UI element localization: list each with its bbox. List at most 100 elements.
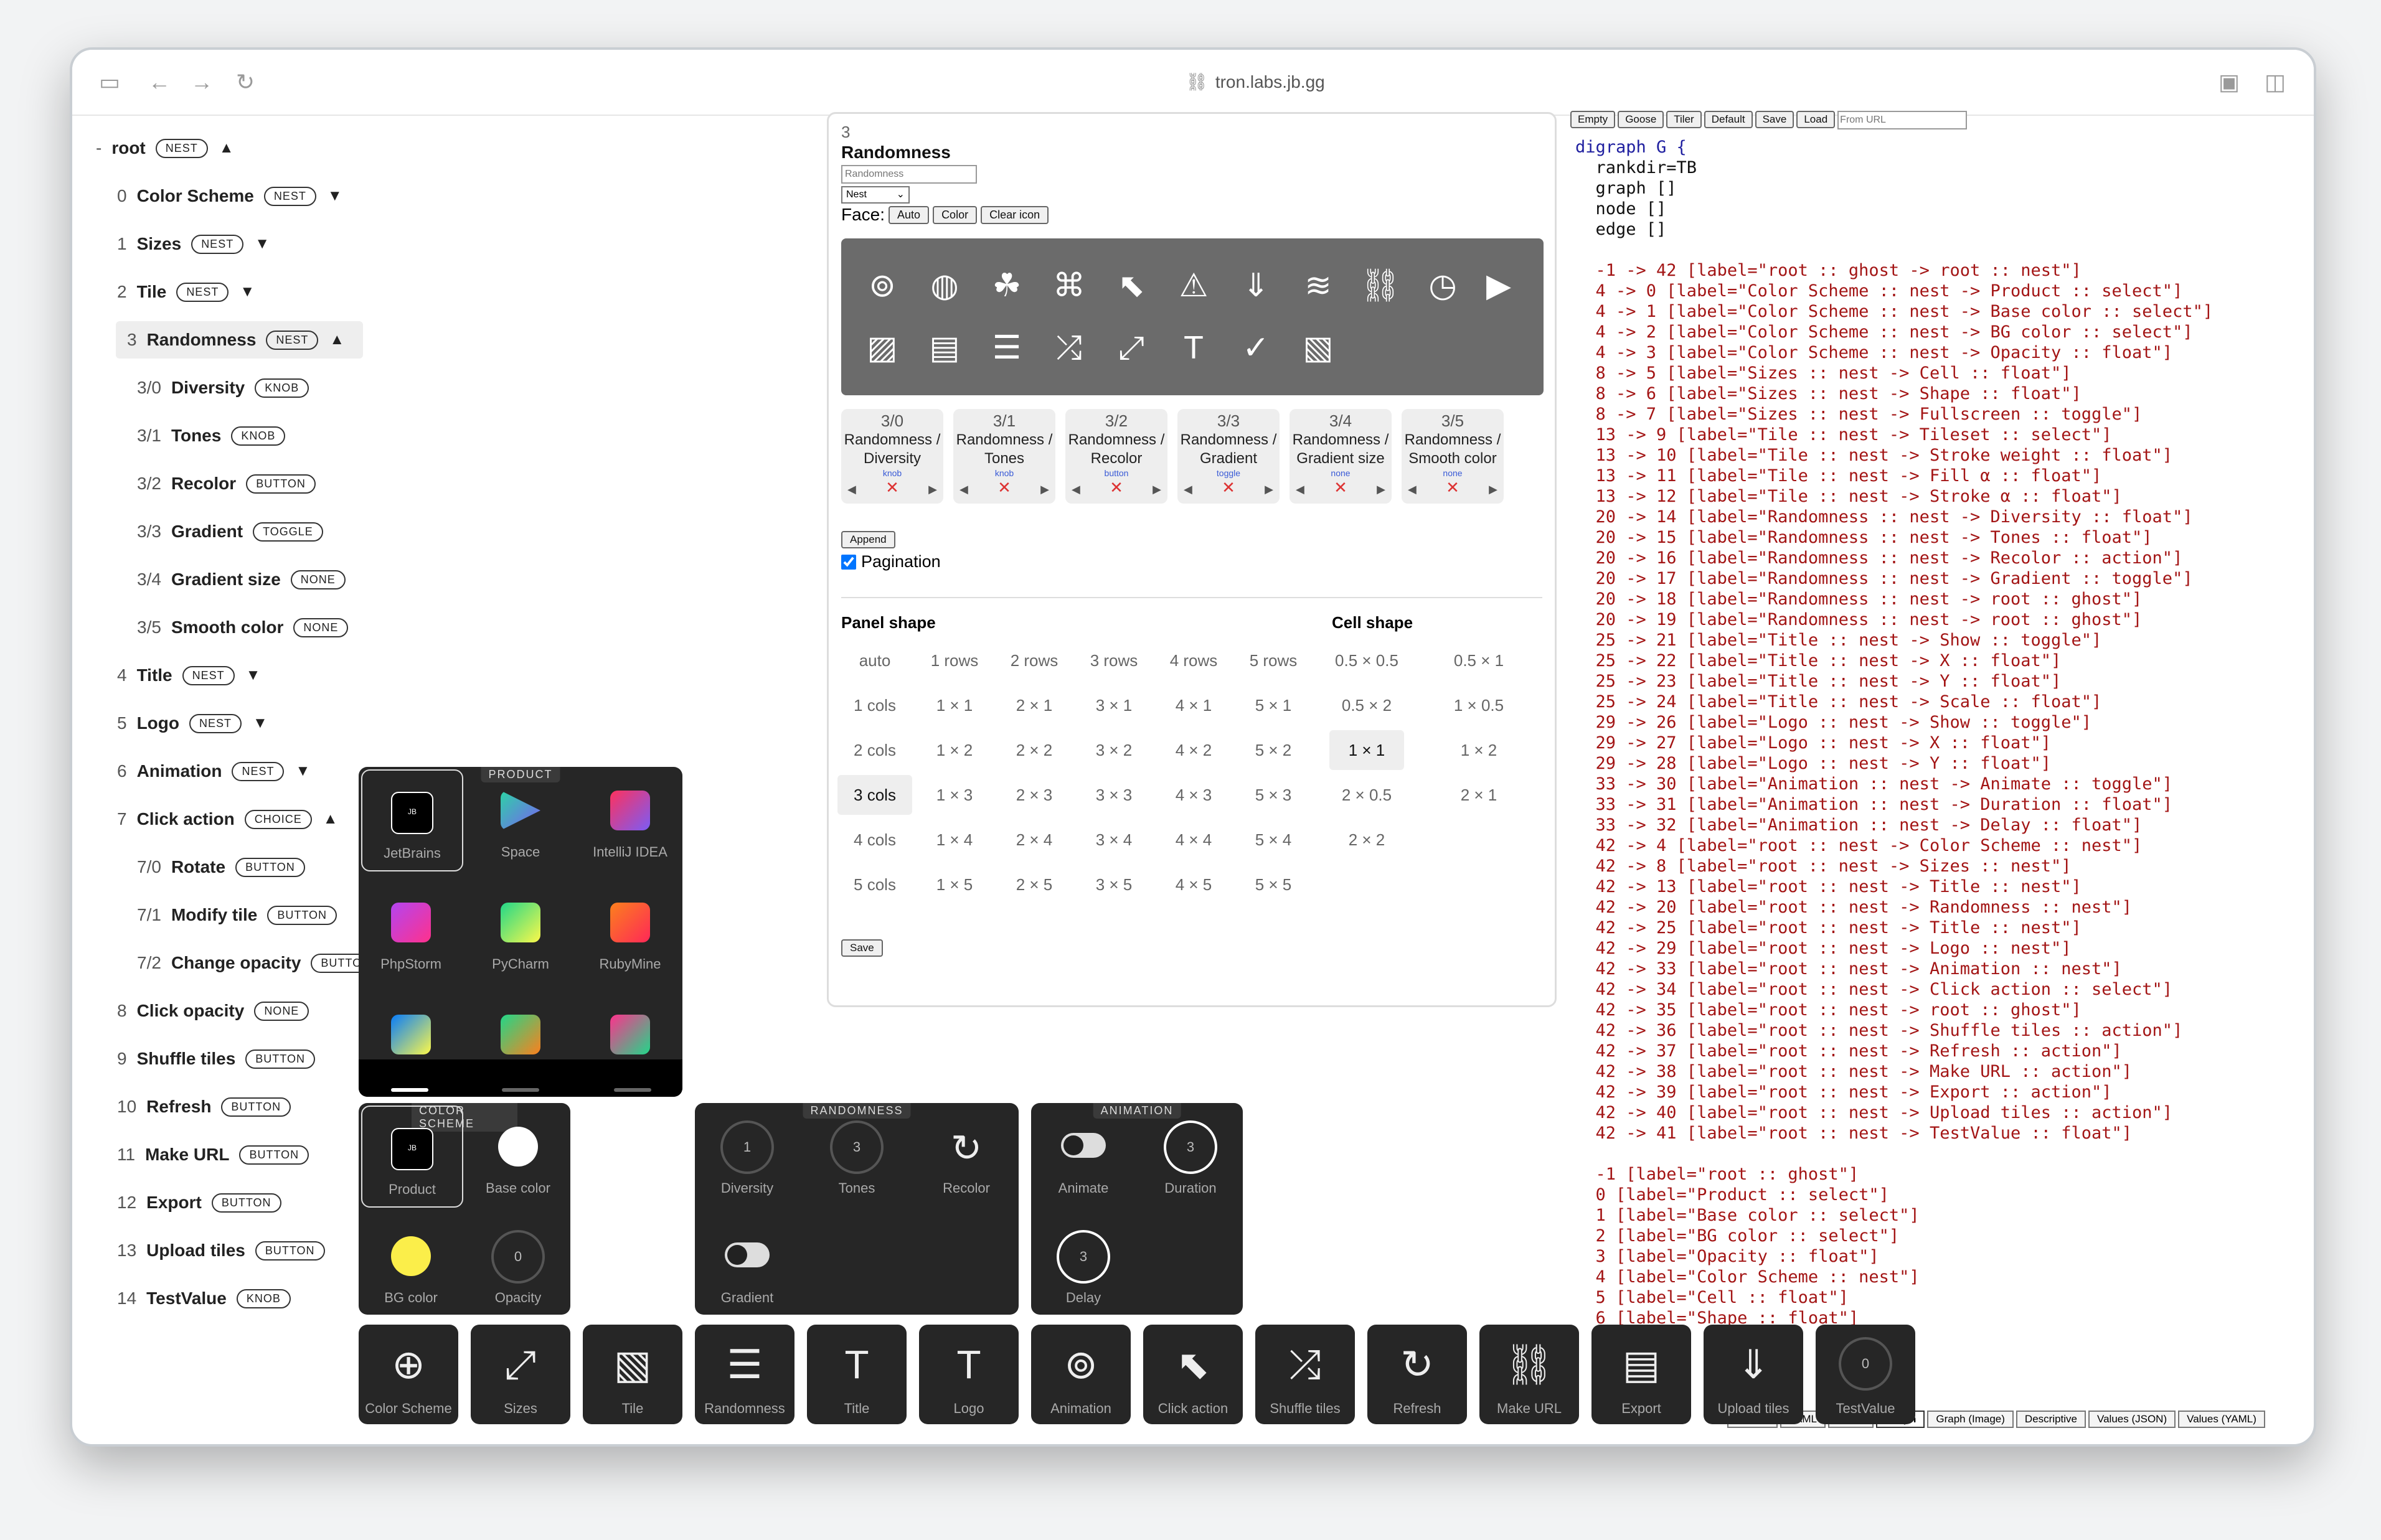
back-icon[interactable]: ← — [146, 68, 173, 96]
cell-shape-option[interactable]: 1 × 0.5 — [1441, 685, 1516, 725]
panel-shape-option[interactable]: 4 × 2 — [1156, 730, 1231, 770]
child-card[interactable]: 3/3 Randomness / Gradient toggle ◀ ✕ ▶ — [1177, 409, 1280, 504]
extension-icon[interactable]: ▣ — [2215, 68, 2243, 96]
panel-shape-option[interactable]: 3 × 4 — [1077, 820, 1151, 860]
panel-shape-header[interactable]: 4 rows — [1156, 641, 1231, 680]
panel-shape-option[interactable]: 3 × 1 — [1077, 685, 1151, 725]
child-card[interactable]: 3/5 Randomness / Smooth color none ◀ ✕ ▶ — [1402, 409, 1504, 504]
product-tile[interactable] — [361, 993, 461, 1068]
product-pycharm[interactable]: PyCharm — [471, 881, 570, 981]
output-tab[interactable]: Descriptive — [2016, 1411, 2086, 1428]
page-indicator[interactable] — [614, 1088, 651, 1092]
dock-button[interactable]: ▧ Tile — [583, 1325, 682, 1424]
tree-item[interactable]: 14 TestValue KNOB — [117, 1280, 302, 1317]
panel-shape-header[interactable]: 2 rows — [997, 641, 1072, 680]
panel-shape-option[interactable]: 2 × 4 — [997, 820, 1072, 860]
dock-button[interactable]: T Title — [807, 1325, 907, 1424]
tones-knob[interactable]: 3 Tones — [807, 1106, 907, 1205]
dock-button[interactable]: ⛓ Make URL — [1479, 1325, 1579, 1424]
output-tab[interactable]: Values (YAML) — [2178, 1411, 2265, 1428]
dock-button[interactable]: ☰ Randomness — [695, 1325, 794, 1424]
knob-dial[interactable]: 0 — [491, 1230, 545, 1284]
preset-default-button[interactable]: Default — [1704, 111, 1753, 129]
sliders-icon[interactable]: ☰ — [984, 326, 1029, 370]
cell-shape-option[interactable]: 2 × 0.5 — [1329, 775, 1404, 815]
product-tile[interactable] — [471, 993, 570, 1068]
tree-item[interactable]: 12 Export BUTTON — [117, 1184, 293, 1221]
knob-dial[interactable]: 3 — [830, 1120, 884, 1174]
product-phpstorm[interactable]: PhpStorm — [361, 881, 461, 981]
link-chain-icon[interactable]: ⛓ — [1358, 263, 1403, 308]
preset-empty-button[interactable]: Empty — [1570, 111, 1616, 129]
tree-item[interactable]: 3/2 Recolor BUTTON — [137, 465, 327, 502]
cell-shape-option[interactable]: 2 × 2 — [1329, 820, 1404, 860]
panel-shape-option[interactable]: 4 × 1 — [1156, 685, 1231, 725]
check-icon[interactable]: ✓ — [1233, 326, 1278, 370]
expand-toggle-icon[interactable]: ▼ — [295, 763, 310, 780]
panel-shape-option[interactable]: 1 × 2 — [917, 730, 992, 770]
panel-shape-header[interactable]: auto — [837, 641, 912, 680]
dock-button[interactable]: T Logo — [919, 1325, 1019, 1424]
append-button[interactable]: Append — [841, 531, 895, 548]
product-jetbrains[interactable]: JB JetBrains — [361, 769, 463, 871]
product-space[interactable]: Space — [471, 769, 570, 869]
duration-knob[interactable]: 3 Duration — [1141, 1106, 1240, 1205]
panel-shape-option[interactable]: 5 × 2 — [1236, 730, 1311, 770]
move-right-icon[interactable]: ▶ — [928, 483, 937, 496]
move-right-icon[interactable]: ▶ — [1265, 483, 1273, 496]
tree-item[interactable]: 4 Title NEST ▼ — [117, 657, 260, 694]
circle-slashed-icon[interactable]: ◍ — [922, 263, 967, 308]
panel-shape-option[interactable]: 5 cols — [837, 865, 912, 904]
tree-item[interactable]: 3/5 Smooth color NONE — [137, 609, 359, 646]
panel-shape-option[interactable]: 1 cols — [837, 685, 912, 725]
tree-item[interactable]: 2 Tile NEST ▼ — [117, 273, 255, 311]
expand-toggle-icon[interactable]: ▲ — [323, 810, 338, 828]
dock-button[interactable]: ⤢ Sizes — [471, 1325, 570, 1424]
child-card[interactable]: 3/0 Randomness / Diversity knob ◀ ✕ ▶ — [841, 409, 943, 504]
toggle-switch[interactable] — [1061, 1133, 1106, 1158]
face-color-button[interactable]: Color — [933, 205, 978, 224]
child-card[interactable]: 3/1 Randomness / Tones knob ◀ ✕ ▶ — [953, 409, 1055, 504]
face-clear-icon-button[interactable]: Clear icon — [981, 205, 1049, 224]
rings-icon[interactable]: ⌘ — [1047, 263, 1091, 308]
preset-tiler-button[interactable]: Tiler — [1666, 111, 1702, 129]
base-color-select[interactable]: Base color — [468, 1106, 568, 1205]
bg-color-select[interactable]: BG color — [361, 1215, 461, 1315]
panel-shape-option[interactable]: 2 × 2 — [997, 730, 1072, 770]
toggle-coins-icon[interactable]: ⊚ — [860, 263, 905, 308]
testvalue-knob[interactable]: 0 — [1839, 1337, 1892, 1391]
play-icon[interactable]: ▶ — [1476, 263, 1521, 308]
image-icon[interactable]: ▨ — [860, 326, 905, 370]
cell-shape-option[interactable]: 0.5 × 0.5 — [1329, 641, 1404, 680]
animate-toggle[interactable]: Animate — [1034, 1106, 1133, 1205]
dock-button[interactable]: ↻ Refresh — [1367, 1325, 1467, 1424]
panel-shape-option[interactable]: 3 cols — [837, 775, 912, 815]
panel-shape-option[interactable]: 5 × 1 — [1236, 685, 1311, 725]
preset-save-button[interactable]: Save — [1755, 111, 1794, 129]
panel-shape-option[interactable]: 1 × 4 — [917, 820, 992, 860]
tree-item[interactable]: 7/2 Change opacity BUTTON — [137, 944, 392, 982]
output-tab[interactable]: Graph (Image) — [1927, 1411, 2014, 1428]
dock-button[interactable]: ▤ Export — [1591, 1325, 1691, 1424]
node-type-select[interactable]: Nest ⌄ — [841, 186, 910, 204]
dock-button[interactable]: ⇓ Upload tiles — [1704, 1325, 1803, 1424]
tree-item[interactable]: 3/3 Gradient TOGGLE — [137, 513, 334, 550]
knob-dial[interactable]: 3 — [1057, 1230, 1110, 1284]
panel-shape-header[interactable]: 3 rows — [1077, 641, 1151, 680]
tree-item[interactable]: 7/1 Modify tile BUTTON — [137, 896, 348, 934]
panel-shape-option[interactable]: 3 × 5 — [1077, 865, 1151, 904]
dock-button[interactable]: ⊕ Color Scheme — [359, 1325, 458, 1424]
knob-dial[interactable]: 1 — [720, 1120, 774, 1174]
tree-item[interactable]: 0 Color Scheme NEST ▼ — [117, 177, 342, 215]
panel-shape-header[interactable]: 1 rows — [917, 641, 992, 680]
dock-button[interactable]: ⤮ Shuffle tiles — [1255, 1325, 1355, 1424]
panel-shape-option[interactable]: 1 × 5 — [917, 865, 992, 904]
waves-icon[interactable]: ≋ — [1296, 263, 1341, 308]
tree-item[interactable]: 3/1 Tones KNOB — [137, 417, 296, 454]
panel-shape-option[interactable]: 4 × 3 — [1156, 775, 1231, 815]
child-card[interactable]: 3/4 Randomness / Gradient size none ◀ ✕ ▶ — [1290, 409, 1392, 504]
tree-item[interactable]: 8 Click opacity NONE — [117, 992, 320, 1030]
graph-code-view[interactable]: digraph G { rankdir=TB graph [] node [] … — [1575, 137, 2298, 1407]
preset-load-button[interactable]: Load — [1796, 111, 1836, 129]
cell-shape-option[interactable]: 0.5 × 1 — [1441, 641, 1516, 680]
